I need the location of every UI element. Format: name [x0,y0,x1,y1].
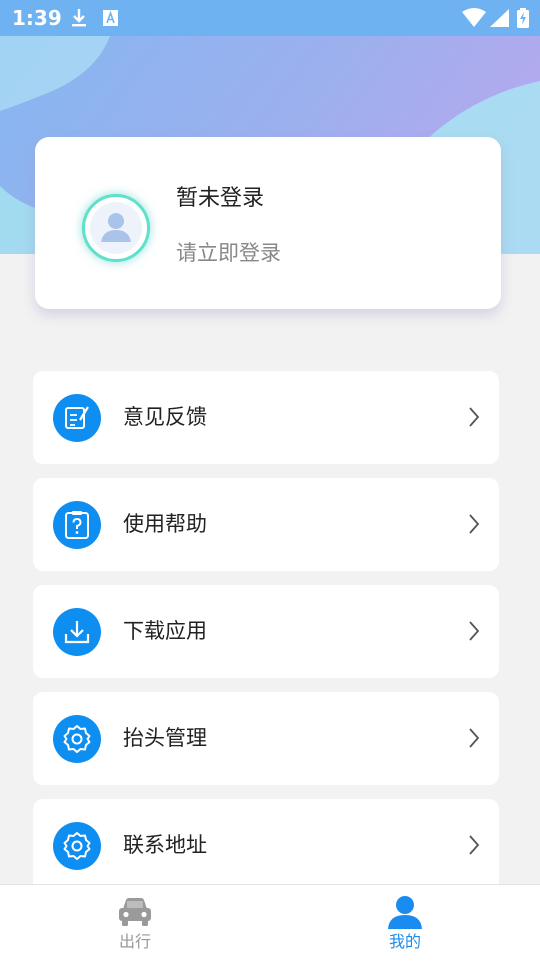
avatar[interactable] [82,194,150,262]
chevron-right-icon [469,514,480,534]
download-icon [72,9,86,27]
wifi-icon [462,8,486,27]
menu-item-contact-address[interactable]: 联系地址 [33,799,499,892]
menu-label-feedback: 意见反馈 [123,405,207,429]
gear-icon [53,822,101,870]
menu-item-download-app[interactable]: 下载应用 [33,585,499,678]
bottom-tab-bar: 出行 我的 [0,884,540,961]
text-icon [103,10,118,26]
menu-item-invoice-title[interactable]: 抬头管理 [33,692,499,785]
chevron-right-icon [469,835,480,855]
user-name: 暂未登录 [176,186,265,211]
tab-label-travel: 出行 [118,932,151,951]
help-icon [53,501,101,549]
chevron-right-icon [469,407,480,427]
tab-mine[interactable]: 我的 [270,885,540,961]
car-icon [119,898,151,926]
tab-travel[interactable]: 出行 [0,885,270,961]
feedback-icon [53,394,101,442]
menu-label-help: 使用帮助 [123,512,207,536]
signal-icon [490,9,509,27]
menu-label-download-app: 下载应用 [123,619,207,643]
status-bar: 1:39 [0,0,540,36]
menu-item-feedback[interactable]: 意见反馈 [33,371,499,464]
person-icon [388,896,422,929]
menu-item-help[interactable]: 使用帮助 [33,478,499,571]
status-time: 1:39 [12,6,62,30]
tab-label-mine: 我的 [388,932,421,951]
chevron-right-icon [469,728,480,748]
battery-icon [517,8,529,28]
user-card[interactable]: 暂未登录 请立即登录 [35,137,501,309]
menu-label-contact-address: 联系地址 [123,833,207,857]
gear-icon [53,715,101,763]
chevron-right-icon [469,621,480,641]
download-app-icon [53,608,101,656]
login-prompt[interactable]: 请立即登录 [176,238,281,268]
menu-label-invoice-title: 抬头管理 [123,726,207,750]
user-avatar-icon [90,202,142,254]
